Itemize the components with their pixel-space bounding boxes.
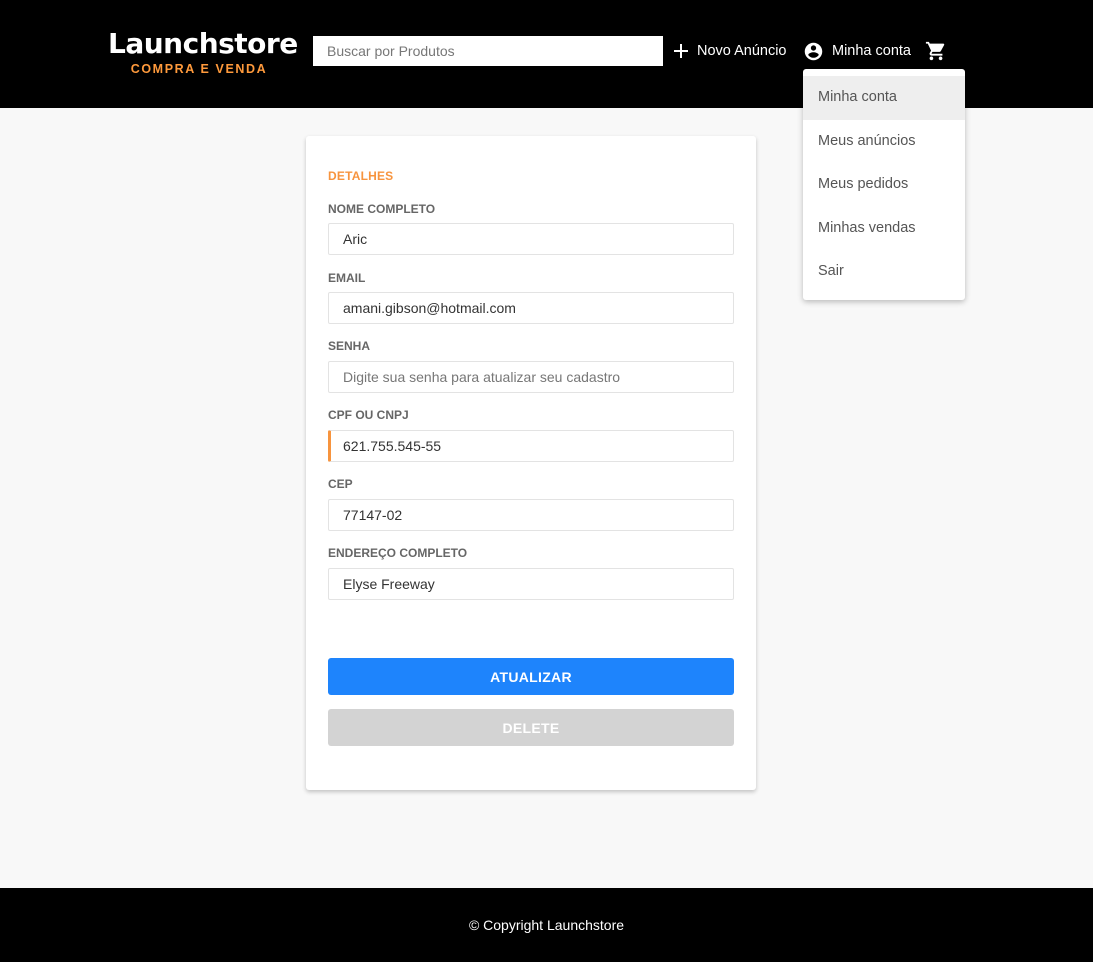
new-ad-link[interactable]: Novo Anúncio <box>673 38 786 64</box>
logo[interactable]: Launchstore COMPRA E VENDA <box>108 27 298 77</box>
cpf-cnpj-label: CPF OU CNPJ <box>328 408 409 422</box>
update-button[interactable]: ATUALIZAR <box>328 658 734 695</box>
cart-link[interactable] <box>925 38 947 64</box>
cep-label: CEP <box>328 477 353 491</box>
account-dropdown: Minha conta Meus anúncios Meus pedidos M… <box>803 69 965 300</box>
menu-item-sair[interactable]: Sair <box>803 250 965 294</box>
account-menu-toggle[interactable]: Minha conta <box>803 38 911 64</box>
name-field[interactable] <box>328 223 734 255</box>
logo-title: Launchstore <box>108 27 298 60</box>
site-footer: © Copyright Launchstore <box>0 888 1093 962</box>
logo-subtitle: COMPRA E VENDA <box>130 62 268 76</box>
email-label: EMAIL <box>328 271 366 285</box>
new-ad-label: Novo Anúncio <box>697 43 787 59</box>
password-field[interactable] <box>328 361 734 393</box>
search-input[interactable] <box>313 36 663 66</box>
menu-item-meus-pedidos[interactable]: Meus pedidos <box>803 163 965 207</box>
email-field[interactable] <box>328 292 734 324</box>
address-label: ENDEREÇO COMPLETO <box>328 546 468 560</box>
address-field[interactable] <box>328 568 734 600</box>
delete-button[interactable]: DELETE <box>328 709 734 746</box>
section-title: DETALHES <box>328 169 394 183</box>
menu-item-minha-conta[interactable]: Minha conta <box>803 76 965 120</box>
account-label: Minha conta <box>832 43 911 59</box>
cep-field[interactable] <box>328 499 734 531</box>
copyright-text: © Copyright Launchstore <box>468 917 625 933</box>
menu-item-meus-anuncios[interactable]: Meus anúncios <box>803 120 965 164</box>
shopping-cart-icon <box>925 40 947 62</box>
account-circle-icon <box>803 41 824 62</box>
menu-item-minhas-vendas[interactable]: Minhas vendas <box>803 207 965 251</box>
password-label: SENHA <box>328 339 371 353</box>
account-form-card: DETALHES NOME COMPLETO EMAIL SENHA CPF O… <box>306 136 756 790</box>
plus-icon <box>673 43 689 59</box>
cpf-cnpj-field[interactable] <box>328 430 734 462</box>
name-label: NOME COMPLETO <box>328 202 436 216</box>
